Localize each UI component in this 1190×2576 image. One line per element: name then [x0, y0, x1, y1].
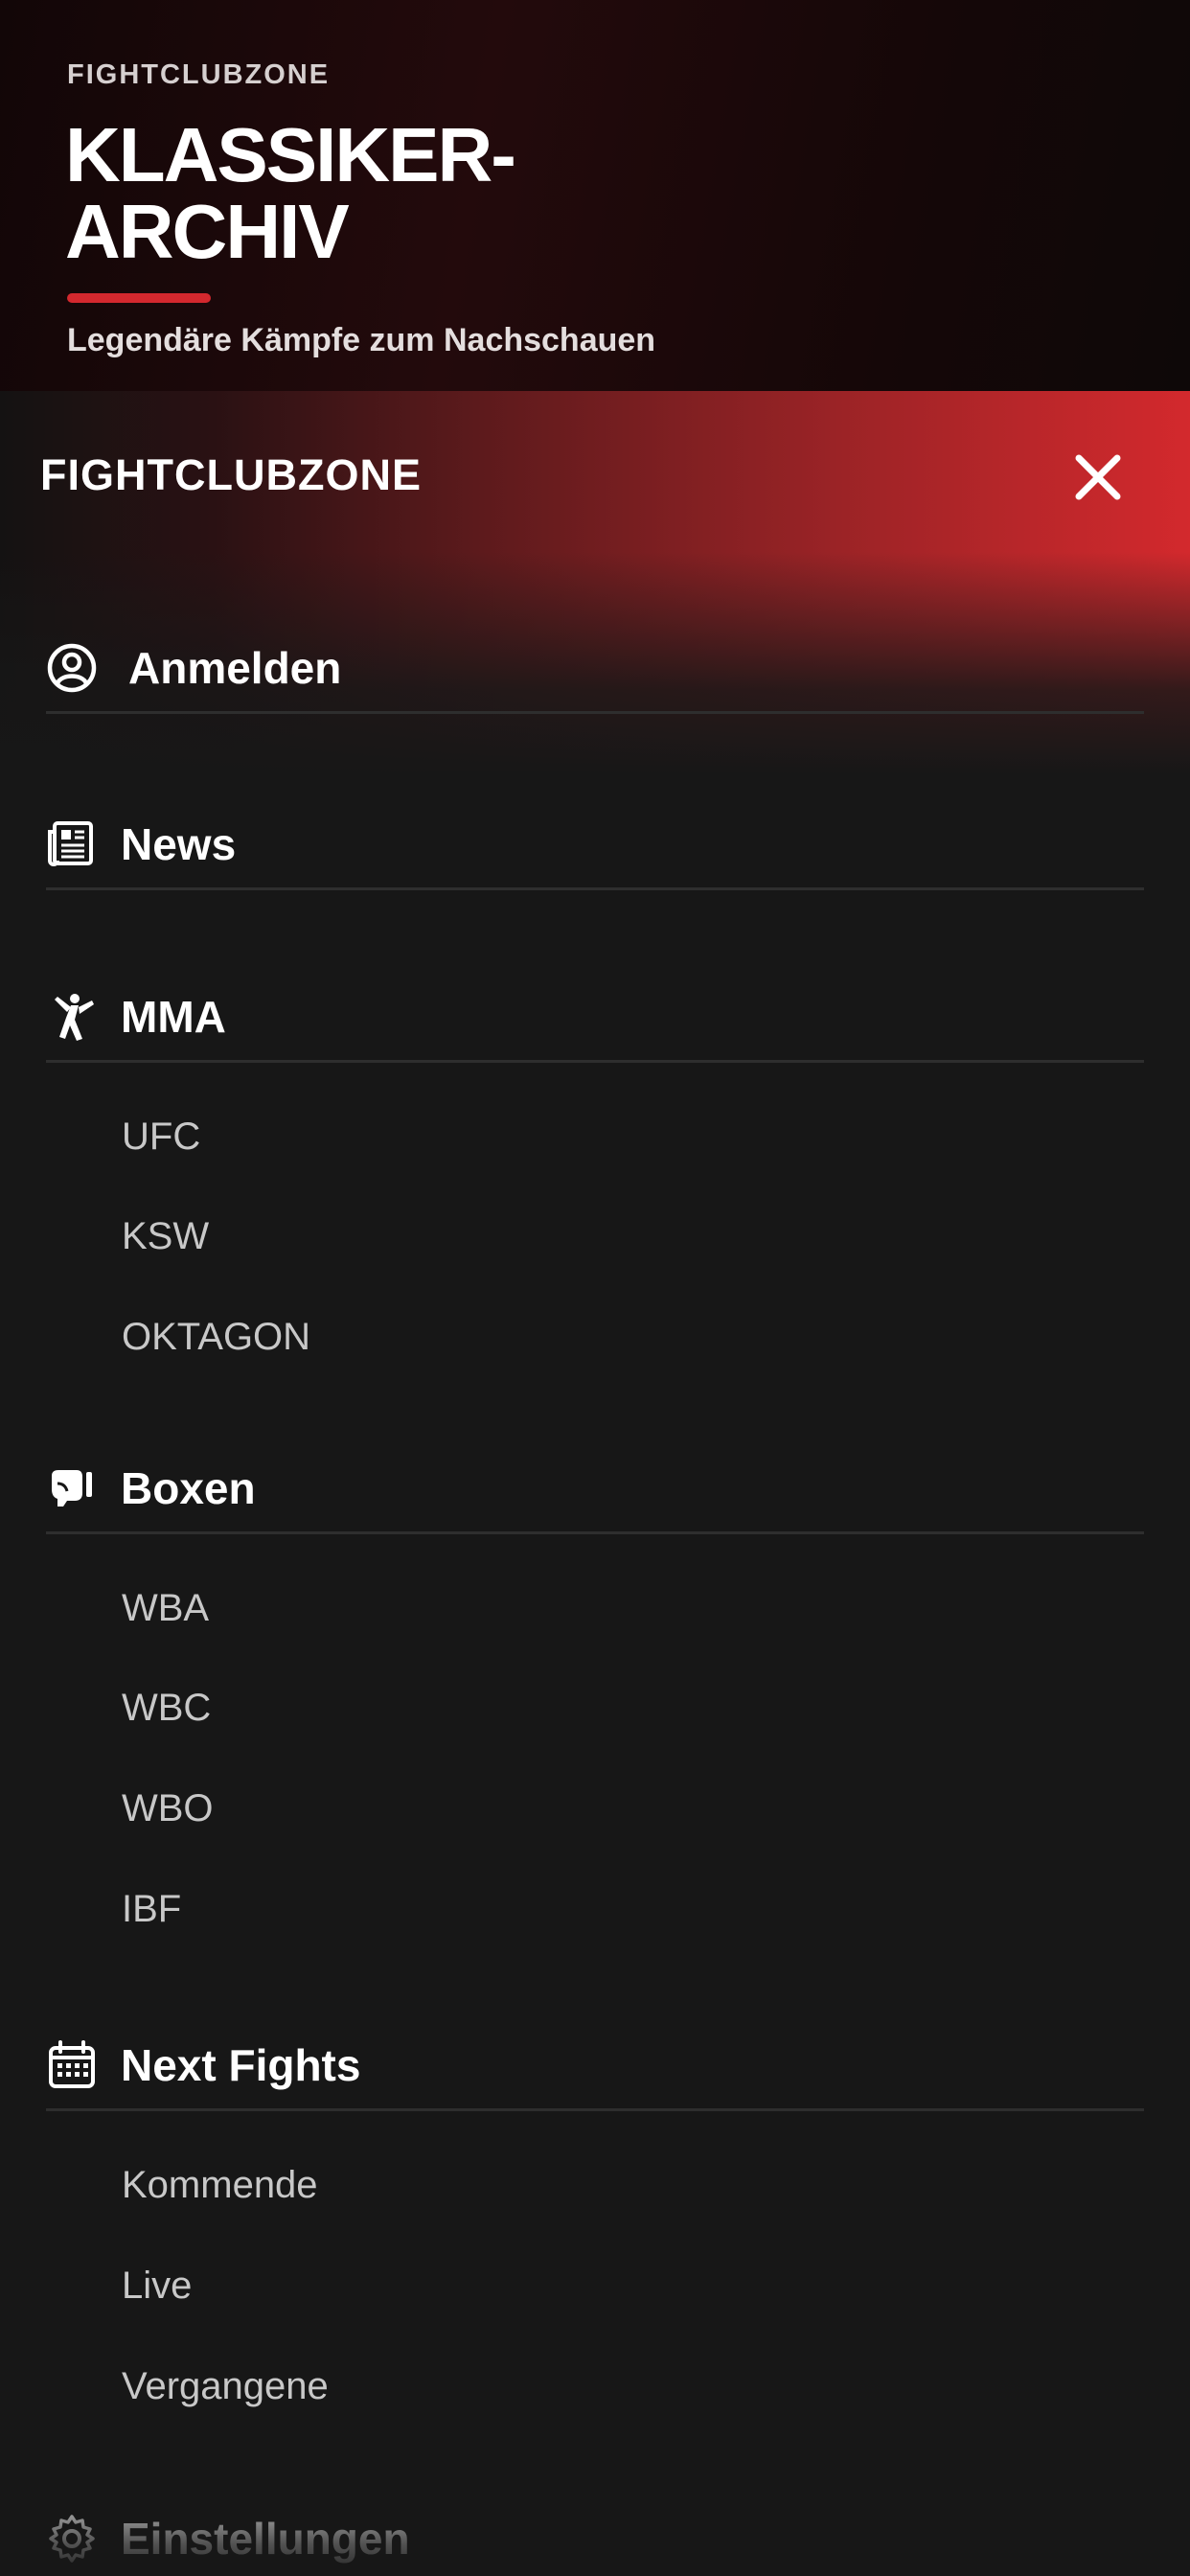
newspaper-icon [46, 817, 100, 871]
boxing-glove-icon [46, 1461, 100, 1515]
drawer-brand: FIGHTCLUBZONE [40, 450, 422, 499]
title-accent-bar [67, 293, 211, 303]
sub-item-live[interactable]: Live [122, 2265, 192, 2308]
page-title-line-2: ARCHIV [65, 189, 350, 274]
sub-item-wbo[interactable]: WBO [122, 1787, 214, 1830]
nav-item-settings[interactable]: Einstellungen [46, 2496, 1144, 2576]
nav-item-label: Next Fights [121, 2040, 361, 2090]
nav-item-boxen[interactable]: Boxen [46, 1445, 1144, 1534]
sub-item-kommende[interactable]: Kommende [122, 2164, 318, 2207]
sub-item-ksw[interactable]: KSW [122, 1215, 209, 1258]
app-screen: FIGHTCLUBZONE KLASSIKER- ARCHIV Legendär… [0, 0, 1190, 2576]
nav-item-mma[interactable]: MMA [46, 974, 1144, 1063]
header-brand: FIGHTCLUBZONE [67, 59, 331, 90]
nav-item-news[interactable]: News [46, 801, 1144, 890]
nav-item-label: Anmelden [128, 643, 342, 693]
navigation-drawer: FIGHTCLUBZONE Anmelden News MMA UFC KSW … [0, 391, 1190, 2576]
nav-item-label: Boxen [121, 1463, 256, 1513]
sub-item-oktagon[interactable]: OKTAGON [122, 1316, 310, 1359]
close-icon [1075, 454, 1121, 500]
gear-icon [46, 2512, 100, 2565]
page-title-line-1: KLASSIKER- [65, 112, 516, 197]
sub-item-ufc[interactable]: UFC [122, 1116, 200, 1159]
calendar-icon [46, 2038, 100, 2092]
sub-item-vergangene[interactable]: Vergangene [122, 2365, 329, 2408]
sub-item-ibf[interactable]: IBF [122, 1888, 181, 1931]
sub-item-wba[interactable]: WBA [122, 1587, 209, 1630]
user-circle-icon [46, 641, 100, 695]
drawer-header-gradient [0, 391, 1190, 774]
page-title: KLASSIKER- ARCHIV [65, 112, 516, 274]
nav-item-next-fights[interactable]: Next Fights [46, 2022, 1144, 2111]
nav-item-label: Einstellungen [121, 2514, 410, 2564]
martial-arts-kick-icon [46, 990, 100, 1044]
sub-item-wbc[interactable]: WBC [122, 1687, 211, 1730]
archive-header: FIGHTCLUBZONE KLASSIKER- ARCHIV Legendär… [0, 0, 1190, 393]
close-button[interactable] [1069, 448, 1127, 506]
nav-item-login[interactable]: Anmelden [46, 625, 1144, 714]
nav-item-label: News [121, 819, 237, 869]
nav-item-label: MMA [121, 992, 226, 1042]
page-subtitle: Legendäre Kämpfe zum Nachschauen [67, 322, 656, 358]
